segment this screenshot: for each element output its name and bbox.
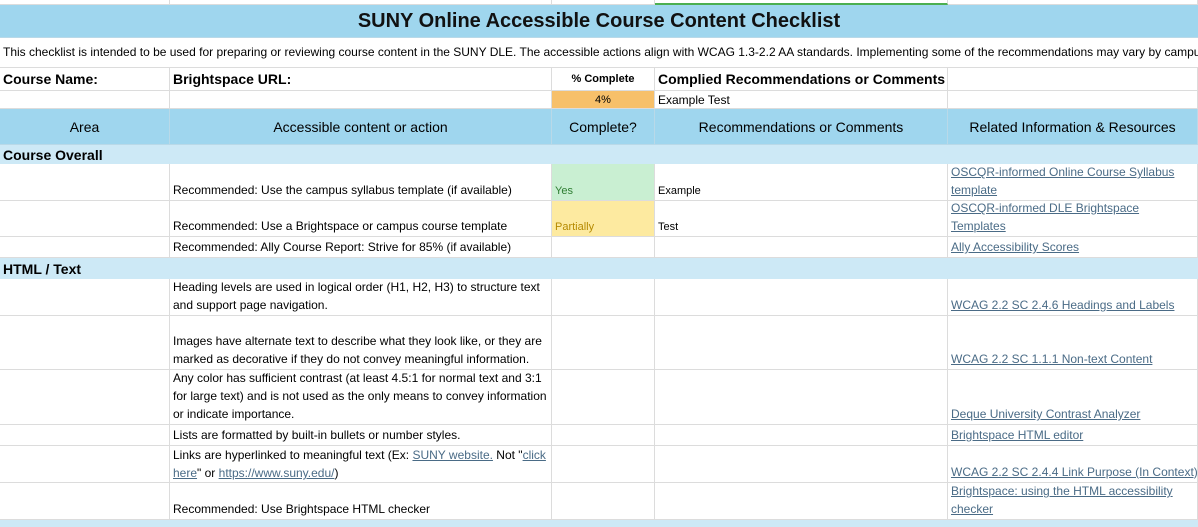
comment-cell[interactable]	[655, 316, 948, 370]
table-row: Recommended: Use Brightspace HTML checke…	[0, 483, 1198, 520]
content-text: " or	[197, 466, 219, 480]
title-banner: SUNY Online Accessible Course Content Ch…	[0, 5, 1198, 38]
comment-cell[interactable]	[655, 483, 948, 520]
next-section-row	[0, 520, 1198, 527]
comment-cell[interactable]	[655, 370, 948, 425]
header-recommendations: Recommendations or Comments	[655, 109, 948, 145]
complete-cell-partially[interactable]: Partially	[552, 201, 655, 237]
section-course-overall: Course Overall	[0, 145, 1198, 164]
resource-cell: WCAG 2.2 SC 2.4.4 Link Purpose (In Conte…	[948, 446, 1198, 483]
percent-complete-value[interactable]: 4%	[552, 91, 655, 109]
comment-cell[interactable]	[655, 446, 948, 483]
resource-link-headings[interactable]: WCAG 2.2 SC 2.4.6 Headings and Labels	[951, 298, 1174, 312]
content-cell: Any color has sufficient contrast (at le…	[170, 370, 552, 425]
complete-cell[interactable]	[552, 425, 655, 446]
comments-value[interactable]: Example Test	[655, 91, 948, 109]
table-row: Links are hyperlinked to meaningful text…	[0, 446, 1198, 483]
content-text: Not "	[492, 448, 523, 462]
content-cell: Recommended: Ally Course Report: Strive …	[170, 237, 552, 258]
comment-cell[interactable]: Test	[655, 201, 948, 237]
resource-cell: Brightspace: using the HTML accessibilit…	[948, 483, 1198, 520]
table-row: Recommended: Use a Brightspace or campus…	[0, 201, 1198, 237]
percent-complete-label: % Complete	[552, 67, 655, 91]
comment-cell[interactable]: Example	[655, 164, 948, 201]
suny-website-link[interactable]: SUNY website.	[412, 448, 492, 462]
area-cell	[0, 201, 170, 237]
resource-link-html-editor[interactable]: Brightspace HTML editor	[951, 428, 1083, 442]
header-content: Accessible content or action	[170, 109, 552, 145]
header-complete: Complete?	[552, 109, 655, 145]
area-cell	[0, 483, 170, 520]
cell	[948, 91, 1198, 109]
area-cell	[0, 237, 170, 258]
section-html-text: HTML / Text	[0, 258, 1198, 279]
complete-cell[interactable]	[552, 316, 655, 370]
resource-cell: Ally Accessibility Scores	[948, 237, 1198, 258]
table-row: Recommended: Ally Course Report: Strive …	[0, 237, 1198, 258]
course-info-labels-row: Course Name: Brightspace URL: % Complete…	[0, 67, 1198, 91]
content-text: )	[334, 466, 339, 480]
page-title: SUNY Online Accessible Course Content Ch…	[357, 9, 841, 32]
area-cell	[0, 446, 170, 483]
course-name-value[interactable]	[0, 91, 170, 109]
column-header-row: Area Accessible content or action Comple…	[0, 109, 1198, 145]
comment-cell[interactable]	[655, 279, 948, 316]
content-cell: Lists are formatted by built-in bullets …	[170, 425, 552, 446]
suny-url-link[interactable]: https://www.suny.edu/	[219, 466, 335, 480]
table-row: Images have alternate text to describe w…	[0, 316, 1198, 370]
resource-cell: WCAG 2.2 SC 2.4.6 Headings and Labels	[948, 279, 1198, 316]
resource-link-syllabus[interactable]: OSCQR-informed Online Course Syllabus te…	[951, 164, 1194, 199]
resource-link-ally[interactable]: Ally Accessibility Scores	[951, 240, 1079, 254]
content-cell: Recommended: Use the campus syllabus tem…	[170, 164, 552, 201]
complete-cell[interactable]	[552, 446, 655, 483]
area-cell	[0, 279, 170, 316]
intro-row: This checklist is intended to be used fo…	[0, 37, 1198, 68]
area-cell	[0, 425, 170, 446]
area-cell	[0, 164, 170, 201]
header-resources: Related Information & Resources	[948, 109, 1198, 145]
resource-cell: Deque University Contrast Analyzer	[948, 370, 1198, 425]
complete-cell[interactable]	[552, 370, 655, 425]
content-cell: Heading levels are used in logical order…	[170, 279, 552, 316]
resource-cell: OSCQR-informed DLE Brightspace Templates	[948, 201, 1198, 237]
resource-link-templates[interactable]: OSCQR-informed DLE Brightspace Templates	[951, 201, 1194, 235]
resource-link-html-checker[interactable]: Brightspace: using the HTML accessibilit…	[951, 483, 1194, 518]
course-info-values-row: 4% Example Test	[0, 91, 1198, 109]
comment-cell[interactable]	[655, 237, 948, 258]
table-row: Lists are formatted by built-in bullets …	[0, 425, 1198, 446]
comment-cell[interactable]	[655, 425, 948, 446]
resource-link-link-purpose[interactable]: WCAG 2.2 SC 2.4.4 Link Purpose (In Conte…	[951, 465, 1197, 479]
resource-link-contrast[interactable]: Deque University Contrast Analyzer	[951, 407, 1140, 421]
brightspace-url-value[interactable]	[170, 91, 552, 109]
intro-text: This checklist is intended to be used fo…	[3, 45, 1198, 59]
resource-cell: OSCQR-informed Online Course Syllabus te…	[948, 164, 1198, 201]
content-text: Links are hyperlinked to meaningful text…	[173, 448, 413, 462]
content-cell: Recommended: Use a Brightspace or campus…	[170, 201, 552, 237]
course-name-label: Course Name:	[0, 67, 170, 91]
comments-label: Complied Recommendations or Comments	[655, 67, 948, 91]
content-cell: Recommended: Use Brightspace HTML checke…	[170, 483, 552, 520]
table-row: Heading levels are used in logical order…	[0, 279, 1198, 316]
header-area: Area	[0, 109, 170, 145]
complete-cell[interactable]	[552, 279, 655, 316]
resource-link-nontext[interactable]: WCAG 2.2 SC 1.1.1 Non-text Content	[951, 352, 1152, 366]
cell	[948, 67, 1198, 91]
resource-cell: WCAG 2.2 SC 1.1.1 Non-text Content	[948, 316, 1198, 370]
complete-cell[interactable]	[552, 483, 655, 520]
area-cell	[0, 316, 170, 370]
complete-cell-yes[interactable]: Yes	[552, 164, 655, 201]
resource-cell: Brightspace HTML editor	[948, 425, 1198, 446]
complete-cell[interactable]	[552, 237, 655, 258]
area-cell	[0, 370, 170, 425]
table-row: Any color has sufficient contrast (at le…	[0, 370, 1198, 425]
brightspace-url-label: Brightspace URL:	[170, 67, 552, 91]
table-row: Recommended: Use the campus syllabus tem…	[0, 164, 1198, 201]
content-cell: Links are hyperlinked to meaningful text…	[170, 446, 552, 483]
content-cell: Images have alternate text to describe w…	[170, 316, 552, 370]
